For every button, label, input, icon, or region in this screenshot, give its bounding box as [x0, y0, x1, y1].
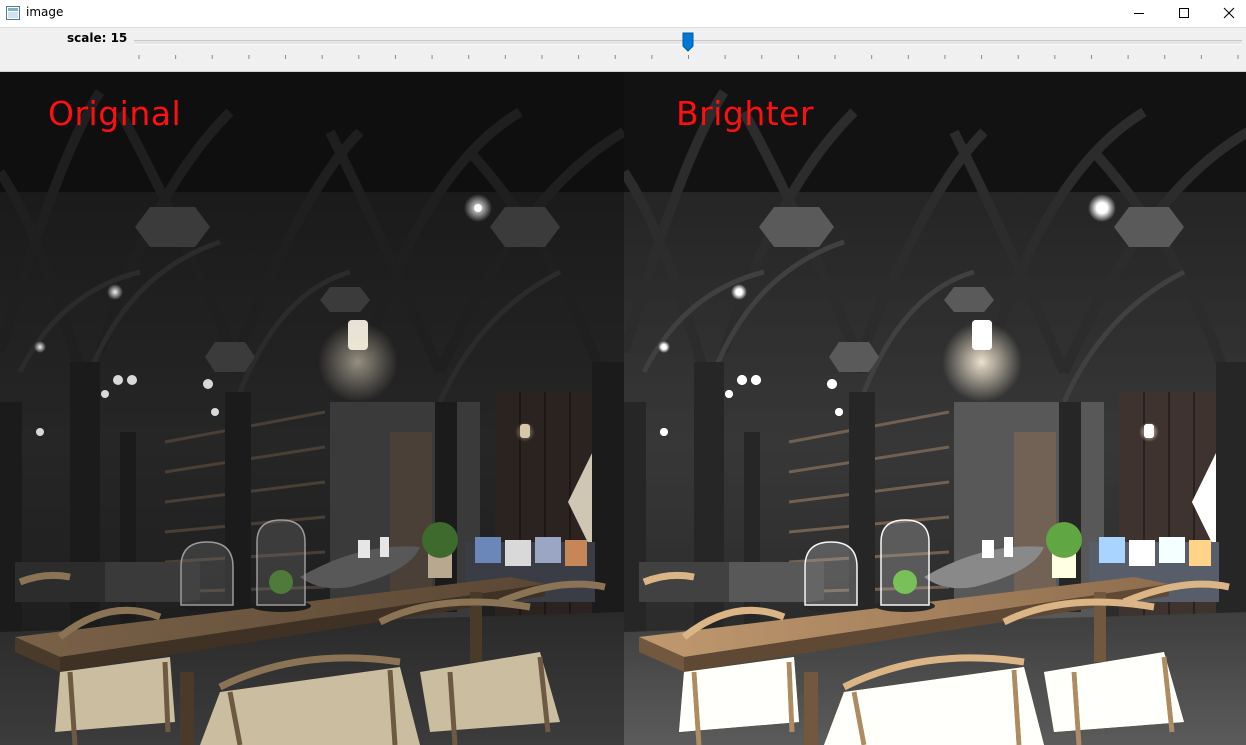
brighter-label: Brighter [676, 94, 815, 133]
minimize-icon [1134, 13, 1144, 14]
close-button[interactable] [1206, 0, 1246, 27]
original-label: Original [48, 94, 182, 133]
maximize-icon [1179, 8, 1189, 18]
restaurant-interior-photo [0, 72, 624, 745]
image-canvas: Original Brighter [0, 72, 1246, 745]
close-icon [1223, 7, 1235, 19]
window-title: image [26, 5, 64, 19]
brighter-image-panel: Brighter [624, 72, 1246, 745]
app-window-icon [6, 6, 20, 20]
minimize-button[interactable] [1116, 0, 1162, 27]
restaurant-interior-photo-brightened [624, 72, 1246, 745]
scale-slider-thumb[interactable] [682, 32, 694, 52]
title-bar: image [0, 0, 1246, 28]
original-image-panel: Original [0, 72, 624, 745]
slider-ticks [138, 55, 1239, 59]
maximize-button[interactable] [1161, 0, 1207, 27]
trackbar-panel: scale: 15 [0, 28, 1246, 72]
